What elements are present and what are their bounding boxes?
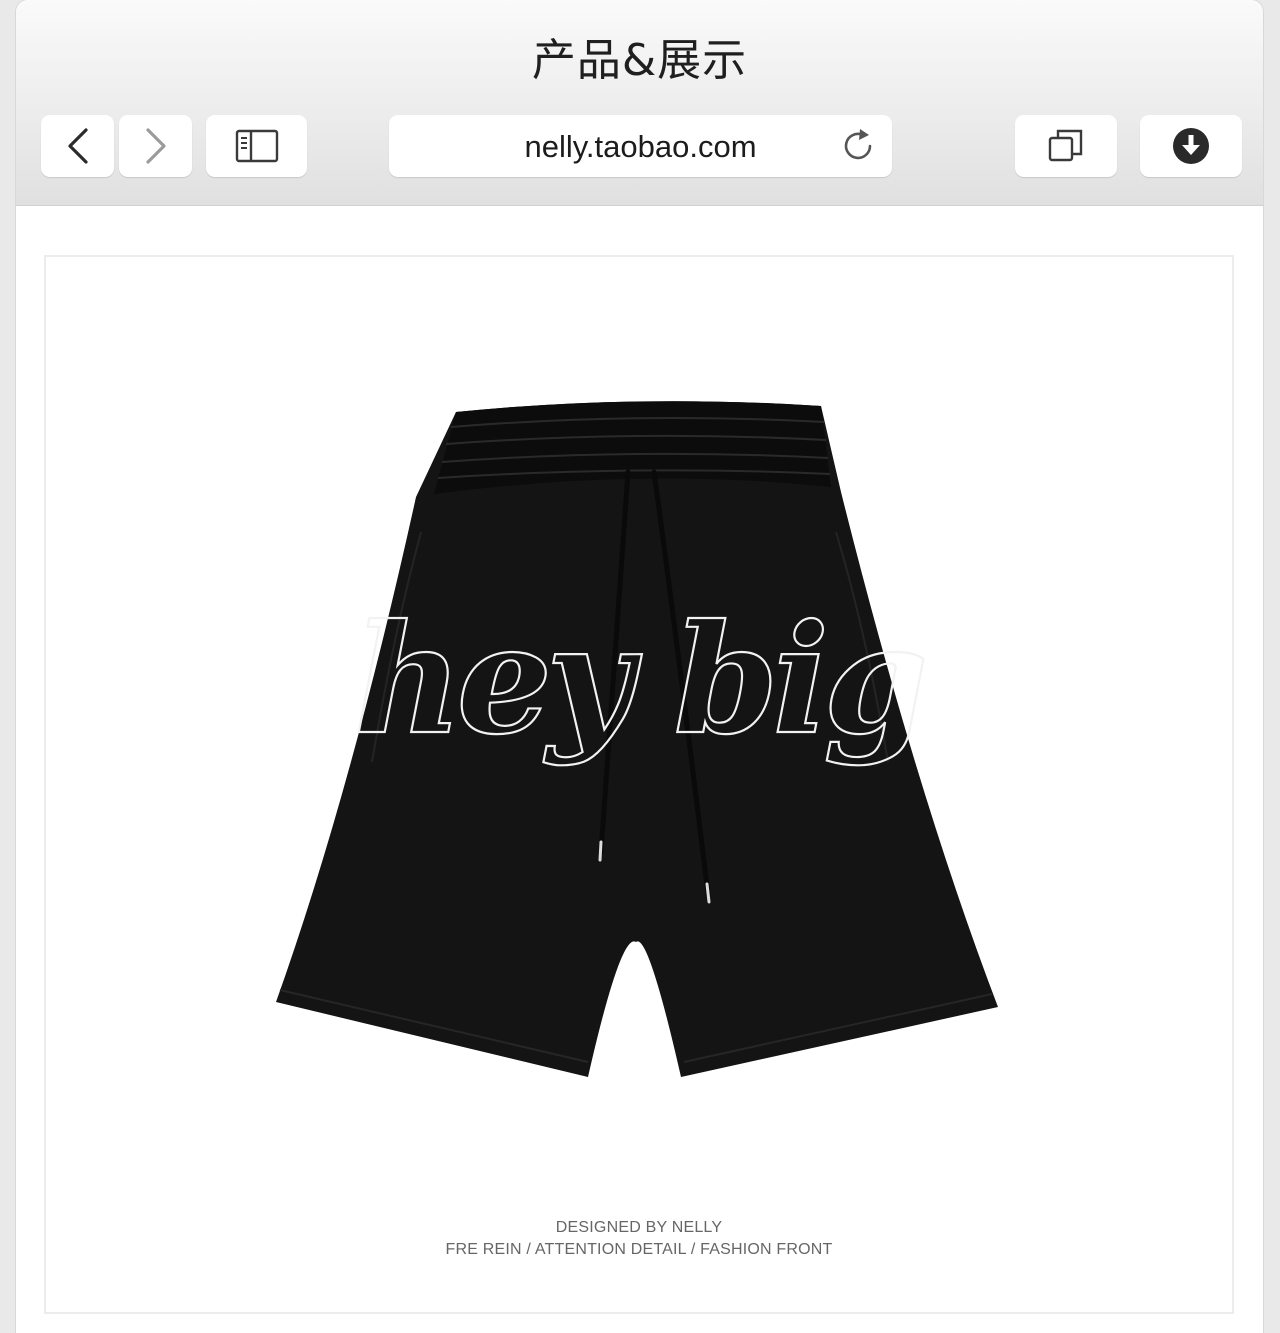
browser-toolbar: 产品&展示 nelly.taobao.com [16,0,1263,206]
reload-icon[interactable] [840,128,876,164]
tabs-icon [1048,129,1083,162]
download-button[interactable] [1140,115,1242,177]
back-button[interactable] [41,115,114,177]
sidebar-icon [235,129,278,163]
caption-tagline: FRE REIN / ATTENTION DETAIL / FASHION FR… [445,1241,833,1258]
caption-designer: DESIGNED BY NELLY [555,1219,723,1236]
sidebar-button[interactable] [206,115,307,177]
product-card: hey big DESIGNED BY NELLY FRE REIN / ATT… [44,255,1234,1314]
web-content: hey big DESIGNED BY NELLY FRE REIN / ATT… [16,206,1263,1333]
url-text[interactable]: nelly.taobao.com [389,115,892,177]
product-image: hey big [276,401,998,1077]
address-bar[interactable]: nelly.taobao.com [389,115,892,177]
forward-button[interactable] [119,115,192,177]
tabs-overview-button[interactable] [1015,115,1117,177]
chevron-left-icon [67,128,88,164]
browser-window: 产品&展示 nelly.taobao.com hey big DESIGNED … [16,0,1263,1333]
download-icon [1173,128,1209,164]
shorts-print-text: hey big [354,592,924,768]
window-title: 产品&展示 [531,35,748,86]
chevron-right-icon [145,128,166,164]
